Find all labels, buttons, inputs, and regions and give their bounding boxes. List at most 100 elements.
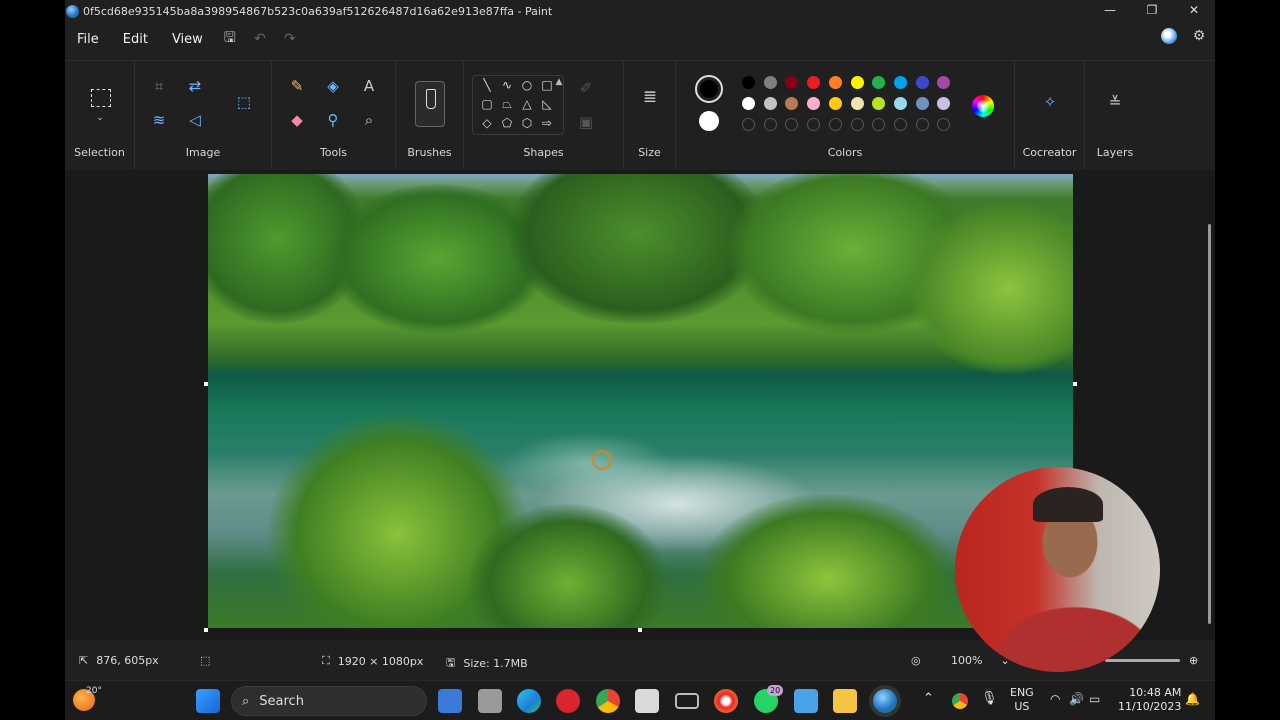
palette-swatch[interactable] xyxy=(763,76,777,89)
rotate-icon[interactable]: ◁ xyxy=(183,111,207,129)
scrollbar-thumb[interactable] xyxy=(1208,224,1211,624)
palette-swatch[interactable] xyxy=(893,76,907,89)
resize-icon[interactable]: ⇄ xyxy=(183,77,207,95)
rounded-rectangle-shape-icon[interactable]: ▢ xyxy=(479,97,495,111)
right-triangle-shape-icon[interactable]: ◺ xyxy=(539,97,555,111)
custom-color-slot[interactable] xyxy=(872,118,886,131)
pentagon-shape-icon[interactable]: ⬠ xyxy=(499,116,515,130)
arrow-shape-icon[interactable]: ⇨ xyxy=(539,116,555,130)
taskbar-search[interactable]: ⌕ Search xyxy=(231,686,427,716)
custom-color-slot[interactable] xyxy=(893,118,907,131)
edge-icon[interactable] xyxy=(517,689,541,713)
size-lines-icon[interactable]: ≣ xyxy=(638,87,662,107)
palette-swatch[interactable] xyxy=(872,97,886,110)
resize-handle-left[interactable] xyxy=(204,382,208,386)
palette-swatch[interactable] xyxy=(850,97,864,110)
palette-swatch[interactable] xyxy=(872,76,886,89)
selection-icon[interactable] xyxy=(91,89,111,107)
triangle-shape-icon[interactable]: △ xyxy=(519,97,535,111)
palette-swatch[interactable] xyxy=(915,97,929,110)
resize-handle-bottom[interactable] xyxy=(638,628,642,632)
text-icon[interactable]: A xyxy=(357,77,381,95)
zoom-dropdown[interactable]: 100% ⌄ xyxy=(951,654,1010,667)
curve-shape-icon[interactable]: ∿ xyxy=(499,78,515,92)
oval-shape-icon[interactable]: ○ xyxy=(519,78,535,92)
palette-swatch[interactable] xyxy=(785,97,799,110)
custom-color-slot[interactable] xyxy=(807,118,821,131)
palette-swatch[interactable] xyxy=(915,76,929,89)
eraser-icon[interactable]: ◆ xyxy=(285,111,309,129)
crop-icon[interactable]: ⌗ xyxy=(147,77,171,95)
close-button[interactable]: ✕ xyxy=(1173,0,1215,22)
clock[interactable]: 10:48 AM 11/10/2023 xyxy=(1118,686,1181,714)
notification-bell-icon[interactable]: 🔔 xyxy=(1185,692,1200,706)
paint-taskbar-icon[interactable] xyxy=(873,689,897,713)
fill-icon[interactable]: ◈ xyxy=(321,77,345,95)
custom-color-slot[interactable] xyxy=(828,118,842,131)
palette-swatch[interactable] xyxy=(893,97,907,110)
brush-icon[interactable] xyxy=(415,81,445,127)
volume-icon[interactable]: 🔊 xyxy=(1069,692,1084,706)
color-picker-icon[interactable]: ⚲ xyxy=(321,111,345,129)
palette-swatch[interactable] xyxy=(828,97,842,110)
palette-swatch[interactable] xyxy=(807,97,821,110)
line-shape-icon[interactable]: ╲ xyxy=(479,78,495,92)
video-camera-icon[interactable] xyxy=(675,693,699,709)
zoom-slider[interactable] xyxy=(1105,659,1180,662)
edit-colors-icon[interactable] xyxy=(972,95,994,117)
presentation-app-icon[interactable] xyxy=(635,689,659,713)
battery-icon[interactable]: ▭ xyxy=(1089,692,1100,706)
task-view-icon[interactable] xyxy=(478,689,502,713)
palette-swatch[interactable] xyxy=(850,76,864,89)
palette-swatch[interactable] xyxy=(763,97,777,110)
image-select-icon[interactable]: ⬚ xyxy=(232,93,256,111)
palette-swatch[interactable] xyxy=(937,76,951,89)
copilot-icon[interactable] xyxy=(1161,28,1177,44)
shape-fill-icon[interactable]: ▣ xyxy=(574,113,598,131)
layers-icon[interactable]: ≚ xyxy=(1103,93,1127,111)
custom-color-slot[interactable] xyxy=(915,118,929,131)
store-preview-icon[interactable] xyxy=(438,689,462,713)
shapes-scroll-icon[interactable]: ▲ xyxy=(547,77,571,87)
selection-dropdown-icon[interactable]: ⌄ xyxy=(88,113,112,123)
custom-color-slot[interactable] xyxy=(742,118,755,131)
canvas-image[interactable] xyxy=(208,174,1073,628)
pencil-icon[interactable]: ✎ xyxy=(285,77,309,95)
maximize-button[interactable]: ❐ xyxy=(1131,0,1173,22)
image-effects-icon[interactable]: ≋ xyxy=(147,111,171,129)
language-indicator[interactable]: ENG US xyxy=(1010,686,1034,714)
microphone-icon[interactable]: 🎙 xyxy=(981,692,998,706)
palette-swatch[interactable] xyxy=(742,97,755,110)
custom-color-slot[interactable] xyxy=(763,118,777,131)
vertical-scrollbar[interactable] xyxy=(1205,174,1213,638)
huawei-icon[interactable] xyxy=(556,689,580,713)
custom-color-slot[interactable] xyxy=(937,118,951,131)
menu-file[interactable]: File xyxy=(65,32,111,47)
cocreator-sparkle-icon[interactable]: ✧ xyxy=(1038,93,1062,111)
secondary-color-swatch[interactable] xyxy=(699,111,719,131)
opera-gx-icon[interactable] xyxy=(714,689,738,713)
file-explorer-icon[interactable] xyxy=(833,689,857,713)
palette-swatch[interactable] xyxy=(785,76,799,89)
redo-icon[interactable]: ↷ xyxy=(275,31,305,47)
diamond-shape-icon[interactable]: ◇ xyxy=(479,116,495,130)
tray-overflow-icon[interactable]: ⌃ xyxy=(923,692,934,706)
primary-color-ring[interactable] xyxy=(695,75,723,103)
hexagon-shape-icon[interactable]: ⬡ xyxy=(519,116,535,130)
tray-chrome-icon[interactable] xyxy=(952,693,968,709)
palette-swatch[interactable] xyxy=(742,76,755,89)
menu-view[interactable]: View xyxy=(160,32,215,47)
outline-icon[interactable]: ✐ xyxy=(574,79,598,97)
undo-icon[interactable]: ↶ xyxy=(245,31,275,47)
custom-color-slot[interactable] xyxy=(785,118,799,131)
notepad-icon[interactable] xyxy=(794,689,818,713)
fit-to-window-icon[interactable]: ◎ xyxy=(911,654,921,667)
wifi-icon[interactable]: ◠ xyxy=(1050,692,1060,706)
polygon-shape-icon[interactable]: ⏢ xyxy=(499,97,515,112)
settings-gear-icon[interactable]: ⚙ xyxy=(1191,28,1207,44)
save-icon[interactable]: 🖫 xyxy=(215,27,245,51)
palette-swatch[interactable] xyxy=(807,76,821,89)
custom-color-slot[interactable] xyxy=(850,118,864,131)
palette-swatch[interactable] xyxy=(828,76,842,89)
zoom-in-icon[interactable]: ⊕ xyxy=(1189,654,1198,667)
